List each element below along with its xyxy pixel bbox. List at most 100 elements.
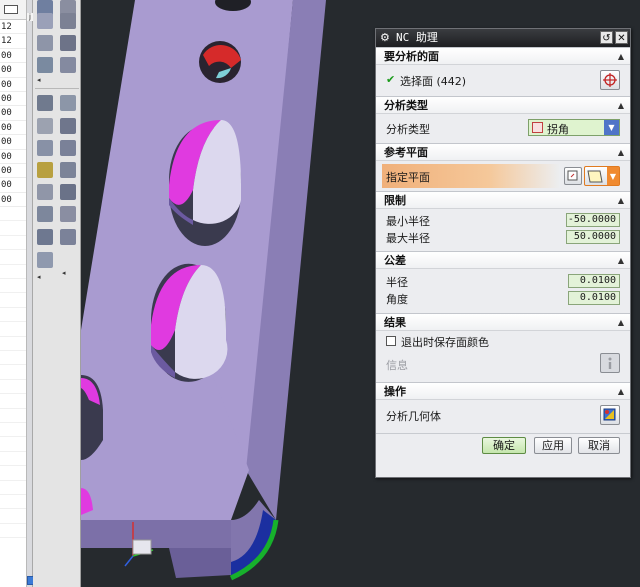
list-item[interactable]: 00 — [0, 106, 26, 121]
list-item[interactable]: 00 — [0, 178, 26, 193]
cancel-button[interactable]: 取消 — [578, 437, 620, 454]
section-title: 公差 — [384, 254, 406, 267]
crosshair-icon[interactable] — [600, 70, 620, 90]
nc-assistant-dialog: ⚙ NC 助理 ↺ ✕ 要分析的面 ▲ ✔ 选择面 (442) 分析类型 ▲ 分… — [375, 28, 631, 478]
section-header-reference-plane[interactable]: 参考平面 ▲ — [376, 143, 630, 161]
close-icon[interactable]: ✕ — [615, 31, 628, 44]
reset-icon[interactable]: ↺ — [600, 31, 613, 44]
list-item-empty — [0, 423, 26, 438]
section-title: 参考平面 — [384, 146, 428, 159]
radius-tolerance-label: 半径 — [386, 276, 408, 289]
list-item-empty — [0, 466, 26, 481]
analysis-type-dropdown[interactable]: 拐角 ▼ — [528, 119, 620, 136]
expand-arrow-icon[interactable]: ◂ — [62, 269, 66, 277]
list-item[interactable]: 00 — [0, 135, 26, 150]
save-color-checkbox[interactable] — [386, 336, 396, 346]
list-item-empty — [0, 452, 26, 467]
ok-button[interactable]: 确定 — [482, 437, 526, 454]
graphics-viewport[interactable] — [81, 0, 375, 587]
list-item-empty — [0, 322, 26, 337]
tool-icon[interactable] — [60, 13, 76, 29]
section-header-limits[interactable]: 限制 ▲ — [376, 191, 630, 209]
collapse-icon[interactable]: ▲ — [618, 48, 624, 66]
apply-button[interactable]: 应用 — [534, 437, 572, 454]
tool-icon[interactable] — [37, 252, 53, 268]
collapse-icon[interactable]: ▲ — [618, 314, 624, 332]
tool-icon[interactable] — [37, 140, 53, 156]
info-icon — [600, 353, 620, 373]
gear-icon[interactable]: ⚙ — [380, 29, 390, 47]
tool-icon[interactable] — [37, 118, 53, 134]
list-item-empty — [0, 221, 26, 236]
section-title: 操作 — [384, 385, 406, 398]
tool-icon[interactable] — [60, 57, 76, 73]
list-item[interactable]: 12 — [0, 34, 26, 49]
list-item[interactable]: 12 — [0, 20, 26, 35]
max-radius-field[interactable]: 50.0000 — [566, 230, 620, 244]
section-header-operations[interactable]: 操作 ▲ — [376, 382, 630, 400]
tool-icon[interactable] — [37, 184, 53, 200]
section-header-results[interactable]: 结果 ▲ — [376, 313, 630, 331]
list-item-empty — [0, 509, 26, 524]
list-item[interactable]: 00 — [0, 164, 26, 179]
list-item-empty — [0, 337, 26, 351]
list-item[interactable]: 00 — [0, 150, 26, 164]
list-item-empty — [0, 265, 26, 280]
tool-icon[interactable] — [37, 162, 53, 178]
vertical-toolbar: ◂ ◂ ◂ — [33, 0, 81, 587]
dialog-titlebar[interactable]: ⚙ NC 助理 ↺ ✕ — [376, 29, 630, 47]
analysis-type-value: 拐角 — [547, 123, 569, 136]
toolbar-divider — [35, 88, 79, 89]
collapse-icon[interactable]: ▲ — [618, 383, 624, 401]
save-color-label[interactable]: 退出时保存面颜色 — [401, 334, 489, 350]
expand-arrow-icon[interactable]: ◂ — [37, 76, 41, 84]
list-item[interactable]: 00 — [0, 92, 26, 107]
part-model — [81, 0, 326, 581]
tool-icon[interactable] — [60, 35, 76, 51]
analyze-geometry-icon[interactable] — [600, 405, 620, 425]
tool-icon[interactable] — [60, 118, 76, 134]
section-header-analysis-type[interactable]: 分析类型 ▲ — [376, 96, 630, 114]
list-item[interactable]: 00 — [0, 193, 26, 208]
collapse-icon[interactable]: ▲ — [618, 144, 624, 162]
list-item-empty — [0, 409, 26, 423]
tool-icon[interactable] — [60, 140, 76, 156]
specify-plane-label: 指定平面 — [386, 171, 430, 184]
tool-icon[interactable] — [60, 162, 76, 178]
plane-dialog-icon[interactable] — [564, 167, 582, 185]
radius-tolerance-field[interactable]: 0.0100 — [568, 274, 620, 288]
chevron-down-icon[interactable]: ▼ — [604, 120, 619, 135]
section-body-operations: 分析几何体 — [376, 400, 630, 433]
min-radius-field[interactable]: -50.0000 — [566, 213, 620, 227]
list-item[interactable]: 00 — [0, 121, 26, 136]
plane-type-dropdown[interactable]: ▼ — [584, 166, 620, 186]
section-header-face[interactable]: 要分析的面 ▲ — [376, 47, 630, 65]
tool-icon[interactable] — [37, 206, 53, 222]
collapse-icon[interactable]: ▲ — [618, 97, 624, 115]
tool-icon[interactable] — [60, 229, 76, 245]
collapse-icon[interactable]: ▲ — [618, 252, 624, 270]
specify-plane-row[interactable]: 指定平面 — [382, 164, 560, 188]
list-item-empty — [0, 394, 26, 409]
list-item[interactable]: 00 — [0, 78, 26, 92]
section-header-tolerance[interactable]: 公差 ▲ — [376, 251, 630, 269]
tool-icon[interactable] — [37, 95, 53, 111]
expand-arrow-icon[interactable]: ◂ — [37, 273, 41, 281]
tool-icon[interactable] — [37, 13, 53, 29]
angle-tolerance-field[interactable]: 0.0100 — [568, 291, 620, 305]
min-radius-label: 最小半径 — [386, 215, 430, 228]
tool-icon[interactable] — [60, 95, 76, 111]
list-item[interactable]: 00 — [0, 49, 26, 64]
tool-icon[interactable] — [37, 229, 53, 245]
list-item[interactable]: 00 — [0, 63, 26, 78]
max-radius-label: 最大半径 — [386, 232, 430, 245]
list-item-empty — [0, 481, 26, 495]
select-face-label[interactable]: 选择面 (442) — [400, 73, 466, 89]
section-body-results: 退出时保存面颜色 信息 — [376, 331, 630, 382]
tool-icon[interactable] — [60, 206, 76, 222]
collapse-icon[interactable]: ▲ — [618, 192, 624, 210]
list-item-empty — [0, 250, 26, 265]
tool-icon[interactable] — [37, 57, 53, 73]
tool-icon[interactable] — [37, 35, 53, 51]
tool-icon[interactable] — [60, 184, 76, 200]
